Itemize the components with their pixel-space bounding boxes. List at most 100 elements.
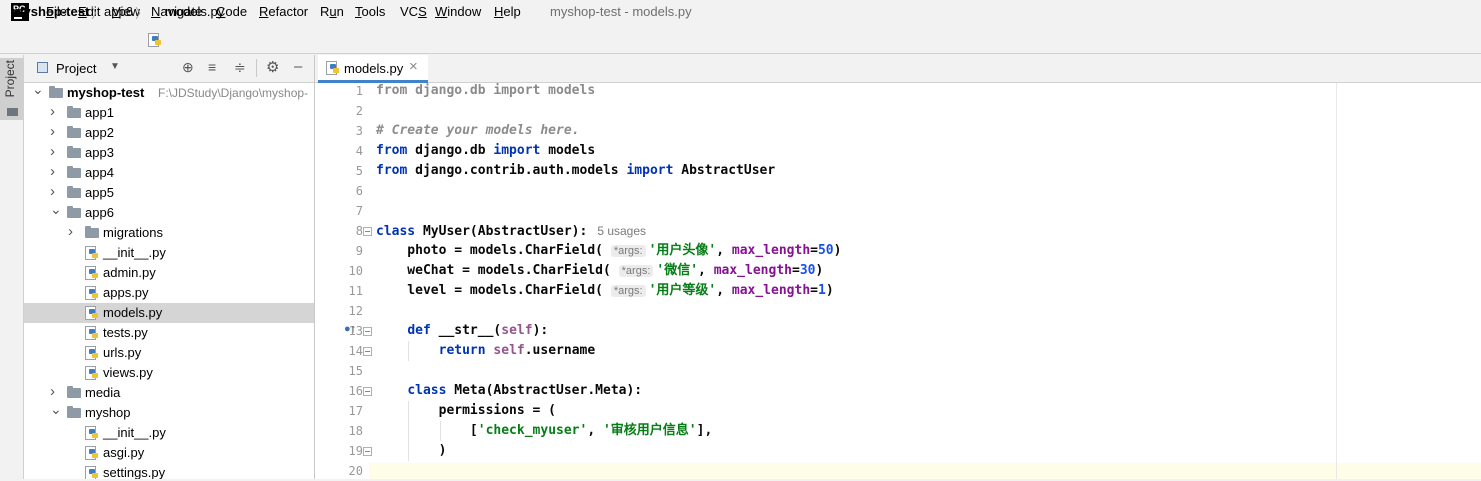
close-icon[interactable]: ×	[409, 58, 418, 75]
tree-file[interactable]: apps.py	[24, 283, 314, 303]
override-marker-icon[interactable]: ●↑	[344, 323, 356, 335]
code-line[interactable]: )	[376, 441, 447, 461]
code-token: 'check_myuser'	[477, 423, 588, 438]
parameter-hint: *args:	[610, 245, 646, 257]
chevron-right-icon[interactable]: ›	[50, 122, 55, 142]
tree-file[interactable]: tests.py	[24, 323, 314, 343]
code-line[interactable]: level = models.CharField( *args: '用户等级', …	[376, 281, 833, 301]
collapse-all-icon[interactable]: ≑	[234, 59, 246, 76]
tree-file[interactable]: urls.py	[24, 343, 314, 363]
chevron-down-icon[interactable]: ▼	[110, 61, 120, 72]
line-number: 20	[348, 464, 363, 478]
tree-folder[interactable]: ⌄ myshop-test F:\JDStudy\Django\myshop-	[24, 83, 314, 103]
chevron-down-icon[interactable]: ⌄	[32, 83, 44, 99]
folder-icon	[67, 386, 81, 398]
line-number: 12	[348, 304, 363, 318]
menu-item-mnemonic: W	[435, 4, 448, 19]
fold-marker-icon[interactable]	[363, 327, 372, 336]
line-number: 9	[355, 244, 363, 258]
folder-icon	[67, 146, 81, 158]
menu-item[interactable]: Run	[320, 4, 344, 19]
code-token: Meta(AbstractUser.Meta):	[446, 383, 643, 398]
code-line[interactable]: def __str__(self):	[376, 321, 548, 341]
fold-marker-icon[interactable]	[363, 227, 372, 236]
tree-folder[interactable]: › app3	[24, 143, 314, 163]
usages-hint[interactable]: 5 usages	[597, 224, 646, 238]
code-token: weChat = models.CharField(	[376, 263, 619, 278]
chevron-right-icon[interactable]: ›	[50, 162, 55, 182]
folder-icon	[49, 86, 63, 98]
line-number: 15	[348, 364, 363, 378]
locate-icon[interactable]: ⊕	[182, 59, 194, 76]
menu-item[interactable]: Tools	[355, 4, 385, 19]
tree-folder[interactable]: › media	[24, 383, 314, 403]
tree-file[interactable]: models.py	[24, 303, 314, 323]
breadcrumb-file[interactable]: models.py	[165, 4, 224, 19]
code-line[interactable]: # Create your models here.	[376, 121, 580, 141]
code-token: import	[493, 143, 541, 158]
code-line[interactable]: from django.db import models	[376, 141, 595, 161]
breadcrumb-folder[interactable]: app6	[104, 4, 133, 19]
tree-item-label: urls.py	[103, 345, 142, 360]
fold-marker-icon[interactable]	[363, 347, 372, 356]
tree-file[interactable]: views.py	[24, 363, 314, 383]
code-line[interactable]: return self.username	[376, 341, 596, 361]
tree-file[interactable]: __init__.py	[24, 423, 314, 443]
project-stripe-label: Project	[3, 60, 17, 98]
menu-item-mnemonic: N	[151, 4, 161, 19]
code-token: from	[376, 143, 408, 158]
code-line[interactable]: from django.db import models	[376, 81, 595, 101]
tree-folder[interactable]: ⌄ myshop	[24, 401, 314, 423]
line-number: 10	[348, 264, 363, 278]
line-number: 18	[348, 424, 363, 438]
fold-marker-icon[interactable]	[363, 387, 372, 396]
menu-item[interactable]: Window	[435, 4, 481, 19]
tree-file[interactable]: settings.py	[24, 463, 314, 479]
code-token: django.db	[407, 143, 494, 158]
code-line[interactable]: class MyUser(AbstractUser): 5 usages	[376, 221, 646, 241]
tree-file[interactable]: admin.py	[24, 263, 314, 283]
chevron-right-icon[interactable]: ›	[68, 222, 73, 242]
breadcrumb-project[interactable]: myshop-test	[12, 4, 89, 19]
tree-item-label: app6	[85, 205, 114, 220]
python-file-icon	[326, 61, 340, 75]
code-line[interactable]: from django.contrib.auth.models import A…	[376, 161, 775, 181]
tree-file[interactable]: __init__.py	[24, 243, 314, 263]
expand-all-icon[interactable]: ≡	[208, 59, 216, 75]
code-token: =	[791, 263, 800, 278]
tree-folder[interactable]: › app2	[24, 123, 314, 143]
python-file-icon	[85, 466, 99, 479]
tree-file[interactable]: asgi.py	[24, 443, 314, 463]
tree-folder[interactable]: › migrations	[24, 223, 314, 243]
parameter-hint: *args:	[610, 285, 646, 297]
line-number: 11	[348, 284, 363, 298]
code-line[interactable]: class Meta(AbstractUser.Meta):	[376, 381, 642, 401]
menu-item[interactable]: VCS	[400, 4, 427, 19]
chevron-down-icon[interactable]: ⌄	[50, 399, 62, 419]
code-token: from django.db import models	[376, 83, 596, 98]
chevron-right-icon[interactable]: ›	[50, 102, 55, 122]
gear-icon[interactable]: ⚙	[266, 58, 279, 76]
tree-folder[interactable]: › app4	[24, 163, 314, 183]
code-line[interactable]: photo = models.CharField( *args: '用户头像', …	[376, 241, 841, 261]
chevron-down-icon[interactable]: ⌄	[50, 199, 62, 219]
hide-icon[interactable]: –	[294, 58, 302, 75]
code-line[interactable]: permissions = (	[376, 401, 556, 421]
tree-folder[interactable]: › app1	[24, 103, 314, 123]
fold-marker-icon[interactable]	[363, 447, 372, 456]
code-line[interactable]: weChat = models.CharField( *args: '微信', m…	[376, 261, 823, 281]
code-line[interactable]: ['check_myuser', '审核用户信息'],	[376, 421, 712, 441]
chevron-right-icon[interactable]: ›	[50, 142, 55, 162]
code-token: max_length	[713, 263, 792, 278]
tree-folder[interactable]: ⌄ app6	[24, 201, 314, 223]
tree-folder[interactable]: › app5	[24, 183, 314, 203]
project-panel-title[interactable]: Project	[56, 61, 96, 76]
code-token: '审核用户信息'	[602, 423, 697, 438]
code-token: =	[810, 283, 818, 298]
menu-item[interactable]: Refactor	[259, 4, 308, 19]
code-token: return	[438, 343, 486, 358]
folder-icon	[67, 126, 81, 138]
chevron-right-icon: 〉	[135, 6, 149, 21]
tree-item-label: __init__.py	[103, 245, 166, 260]
menu-item[interactable]: Help	[494, 4, 521, 19]
